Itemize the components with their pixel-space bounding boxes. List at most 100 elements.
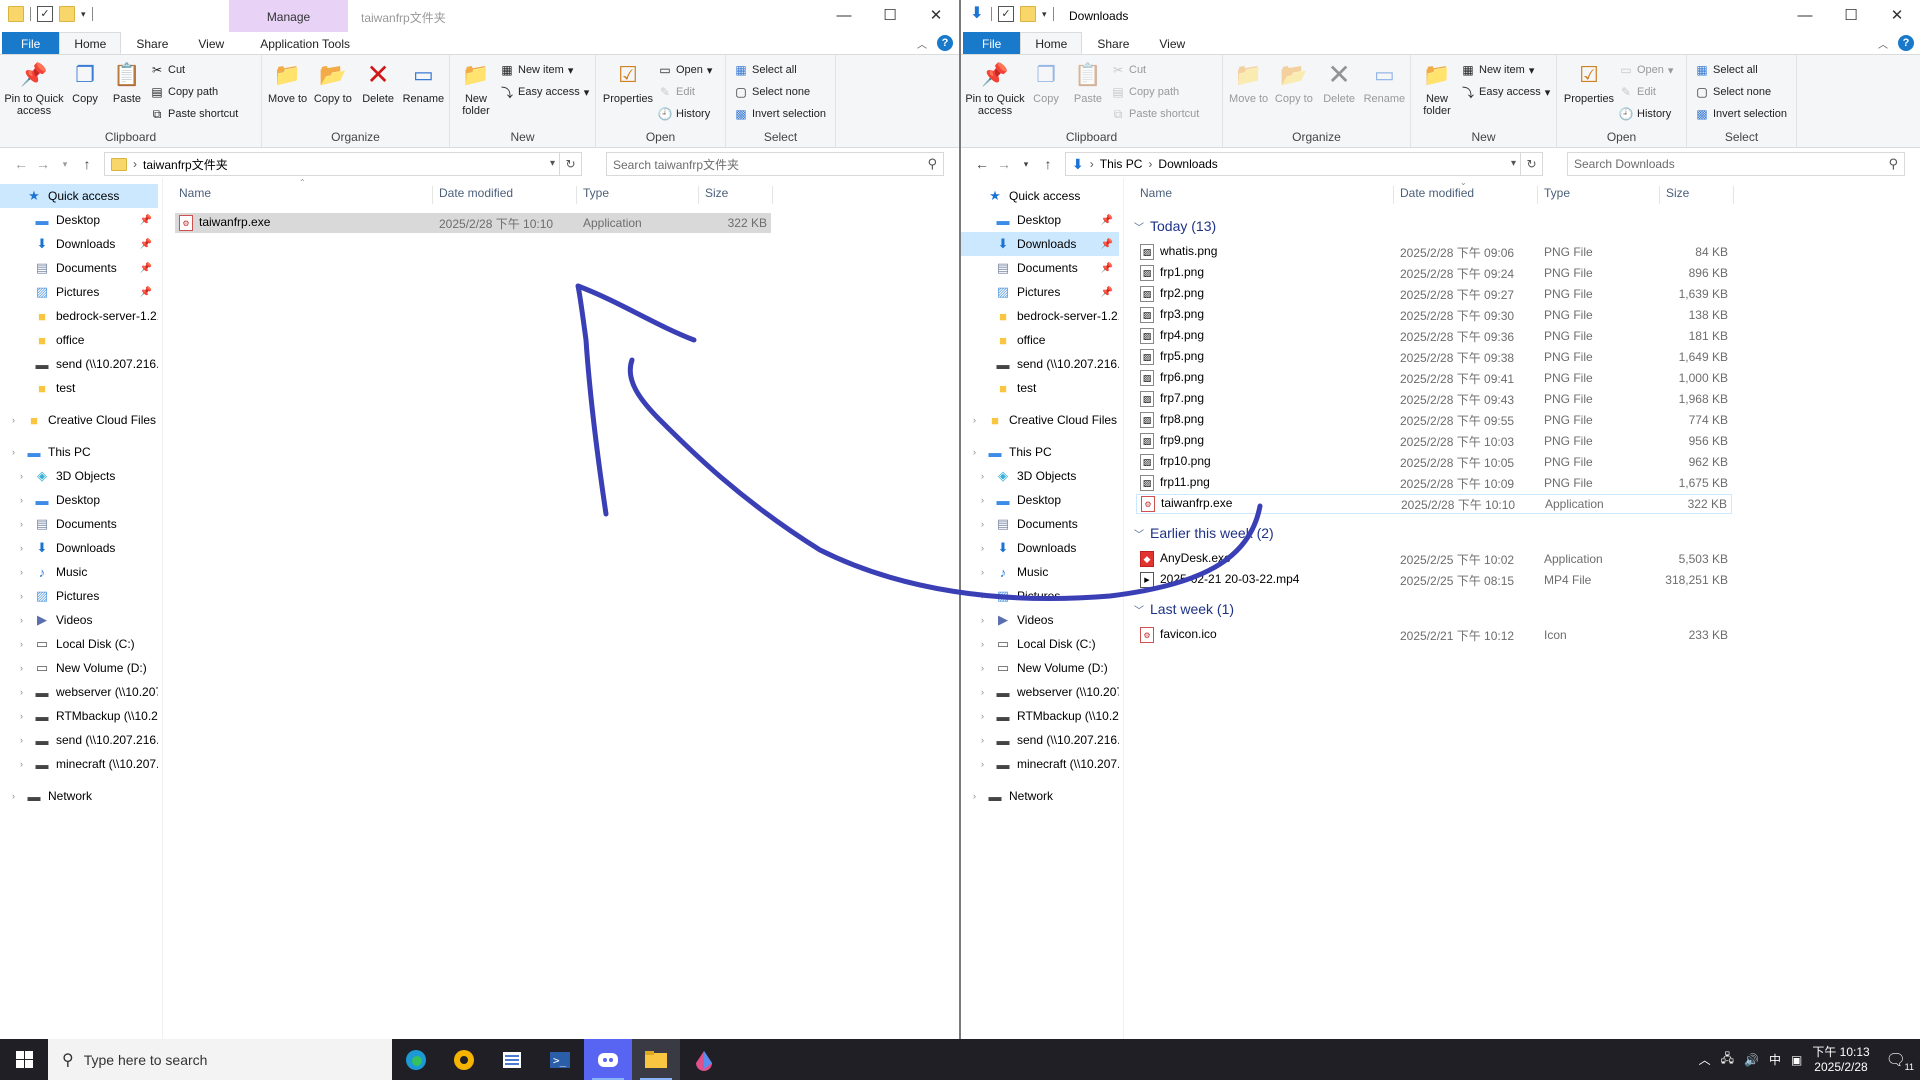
expand-icon[interactable]: ›: [20, 687, 23, 697]
table-row[interactable]: ⚙ taiwanfrp.exe 2025/2/28 下午 10:10 Applicat…: [1136, 494, 1732, 514]
collapse-ribbon-icon[interactable]: ︿: [1878, 36, 1888, 51]
tab-view[interactable]: View: [1144, 32, 1200, 54]
expand-icon[interactable]: ›: [981, 495, 984, 505]
expand-icon[interactable]: ›: [20, 639, 23, 649]
discord-app-icon[interactable]: [584, 1039, 632, 1080]
table-row[interactable]: ▨ frp5.png 2025/2/28 下午 09:38 PNG File 1,649…: [1136, 347, 1732, 367]
nav-pc-item[interactable]: › ▶ Videos: [0, 608, 158, 632]
move-to-button[interactable]: 📁 Move to: [1227, 59, 1270, 106]
table-row[interactable]: ▨ frp6.png 2025/2/28 下午 09:41 PNG File 1,000…: [1136, 368, 1732, 388]
tab-share[interactable]: Share: [1082, 32, 1144, 54]
expand-icon[interactable]: ›: [981, 687, 984, 697]
expand-icon[interactable]: ›: [981, 591, 984, 601]
nav-this-pc[interactable]: › ▬ This PC: [0, 440, 158, 464]
close-icon[interactable]: ✕: [1874, 0, 1920, 30]
address-dropdown-icon[interactable]: ▾: [550, 153, 555, 175]
column-header-date[interactable]: Date modified: [1394, 186, 1538, 204]
edit-button[interactable]: ✎ Edit: [1619, 83, 1673, 101]
up-icon[interactable]: ↑: [1037, 156, 1059, 172]
address-bar[interactable]: ⬇ › This PC › Downloads ▾ ↻: [1065, 152, 1543, 176]
nav-pc-item[interactable]: › ♪ Music: [961, 560, 1119, 584]
nav-quick-item[interactable]: ▤ Documents 📌: [961, 256, 1119, 280]
nav-pc-item[interactable]: › ▬ Desktop: [961, 488, 1119, 512]
copy-to-button[interactable]: 📂 Copy to: [1272, 59, 1315, 106]
group-header[interactable]: ﹀ Earlier this week (2): [1134, 523, 1910, 543]
expand-icon[interactable]: ›: [981, 567, 984, 577]
volume-icon[interactable]: 🔊: [1744, 1053, 1759, 1067]
select-all-button[interactable]: ▦ Select all: [1695, 61, 1792, 79]
rename-button[interactable]: ▭ Rename: [402, 59, 445, 106]
column-header-type[interactable]: Type: [1538, 186, 1660, 204]
recent-locations-icon[interactable]: ▾: [54, 159, 76, 170]
delete-button[interactable]: ✕ Delete: [1318, 59, 1361, 106]
nav-pc-item[interactable]: › ▬ minecraft (\\10.207.: [961, 752, 1119, 776]
properties-button[interactable]: ☑ Properties: [600, 59, 656, 106]
manage-context-tab[interactable]: Manage: [229, 0, 348, 32]
expand-icon[interactable]: ›: [981, 735, 984, 745]
recent-locations-icon[interactable]: ▾: [1015, 159, 1037, 170]
tab-view[interactable]: View: [183, 32, 239, 54]
nav-quick-item[interactable]: ▨ Pictures 📌: [0, 280, 158, 304]
nav-pc-item[interactable]: › ▬ minecraft (\\10.207.: [0, 752, 158, 776]
maximize-icon[interactable]: ☐: [1828, 0, 1874, 30]
table-row[interactable]: ▨ frp8.png 2025/2/28 下午 09:55 PNG File 774 K…: [1136, 410, 1732, 430]
paste-shortcut-button[interactable]: ⧉ Paste shortcut: [150, 105, 239, 123]
customize-qat-icon[interactable]: ▾: [81, 9, 86, 20]
column-header-type[interactable]: Type: [577, 186, 699, 204]
nav-pc-item[interactable]: › ▬ send (\\10.207.216.1: [0, 728, 158, 752]
table-row[interactable]: ▨ frp3.png 2025/2/28 下午 09:30 PNG File 138 K…: [1136, 305, 1732, 325]
refresh-icon[interactable]: ↻: [1520, 153, 1542, 175]
tab-home[interactable]: Home: [59, 32, 122, 54]
column-header-name[interactable]: Name: [173, 186, 433, 204]
show-hidden-icons-icon[interactable]: ︿: [1699, 1051, 1711, 1068]
nav-pc-item[interactable]: › ▬ RTMbackup (\\10.20: [961, 704, 1119, 728]
help-icon[interactable]: ?: [937, 35, 953, 51]
invert-selection-button[interactable]: ▩ Invert selection: [734, 105, 831, 123]
nav-quick-item[interactable]: ■ test: [0, 376, 158, 400]
nav-quick-item[interactable]: ▤ Documents 📌: [0, 256, 158, 280]
breadcrumb-item[interactable]: taiwanfrp文件夹: [143, 156, 228, 173]
easy-access-button[interactable]: ⤵ Easy access ▾: [500, 83, 589, 101]
cut-button[interactable]: ✂ Cut: [1111, 61, 1199, 79]
new-item-button[interactable]: ▦ New item ▾: [500, 61, 589, 79]
properties-qat-icon[interactable]: ✓: [37, 6, 53, 22]
nav-pc-item[interactable]: › ◈ 3D Objects: [0, 464, 158, 488]
ime-indicator[interactable]: 中: [1769, 1051, 1781, 1068]
expand-icon[interactable]: ›: [12, 791, 15, 801]
nav-pc-item[interactable]: › ⬇ Downloads: [961, 536, 1119, 560]
select-none-button[interactable]: ▢ Select none: [734, 83, 831, 101]
tab-file[interactable]: File: [963, 32, 1021, 54]
expand-icon[interactable]: ›: [981, 615, 984, 625]
copy-to-button[interactable]: 📂 Copy to: [311, 59, 354, 106]
keyboard-icon[interactable]: ▣: [1791, 1053, 1802, 1067]
expand-icon[interactable]: ›: [981, 711, 984, 721]
group-header[interactable]: ﹀ Last week (1): [1134, 599, 1910, 619]
column-header-size[interactable]: Size: [699, 186, 773, 204]
clock[interactable]: 下午 10:13 2025/2/28: [1812, 1045, 1869, 1075]
properties-button[interactable]: ☑ Properties: [1561, 59, 1617, 106]
table-row[interactable]: ▨ whatis.png 2025/2/28 下午 09:06 PNG File 84 …: [1136, 242, 1732, 262]
nav-pc-item[interactable]: › ▶ Videos: [961, 608, 1119, 632]
nav-quick-item[interactable]: ▬ Desktop 📌: [0, 208, 158, 232]
history-button[interactable]: 🕘 History: [658, 105, 712, 123]
table-row[interactable]: ▨ frp7.png 2025/2/28 下午 09:43 PNG File 1,968…: [1136, 389, 1732, 409]
delete-button[interactable]: ✕ Delete: [357, 59, 400, 106]
new-folder-button[interactable]: 📁 New folder: [1415, 59, 1459, 118]
group-header[interactable]: ﹀ Today (13): [1134, 216, 1910, 236]
start-button[interactable]: [0, 1039, 48, 1080]
nav-pc-item[interactable]: › ▬ Desktop: [0, 488, 158, 512]
nav-creative-cloud[interactable]: › ■ Creative Cloud Files: [961, 408, 1119, 432]
expand-icon[interactable]: ›: [20, 567, 23, 577]
address-bar[interactable]: › taiwanfrp文件夹 ▾ ↻: [104, 152, 582, 176]
help-icon[interactable]: ?: [1898, 35, 1914, 51]
network-icon[interactable]: 🖧: [1721, 1049, 1734, 1070]
customize-qat-icon[interactable]: ▾: [1042, 9, 1047, 20]
paste-button[interactable]: 📋 Paste: [106, 59, 148, 106]
edit-button[interactable]: ✎ Edit: [658, 83, 712, 101]
new-folder-qat-icon[interactable]: [1020, 6, 1036, 22]
expand-icon[interactable]: ›: [973, 415, 976, 425]
new-folder-button[interactable]: 📁 New folder: [454, 59, 498, 118]
paste-shortcut-button[interactable]: ⧉ Paste shortcut: [1111, 105, 1200, 123]
expand-icon[interactable]: ›: [20, 543, 23, 553]
up-icon[interactable]: ↑: [76, 156, 98, 172]
